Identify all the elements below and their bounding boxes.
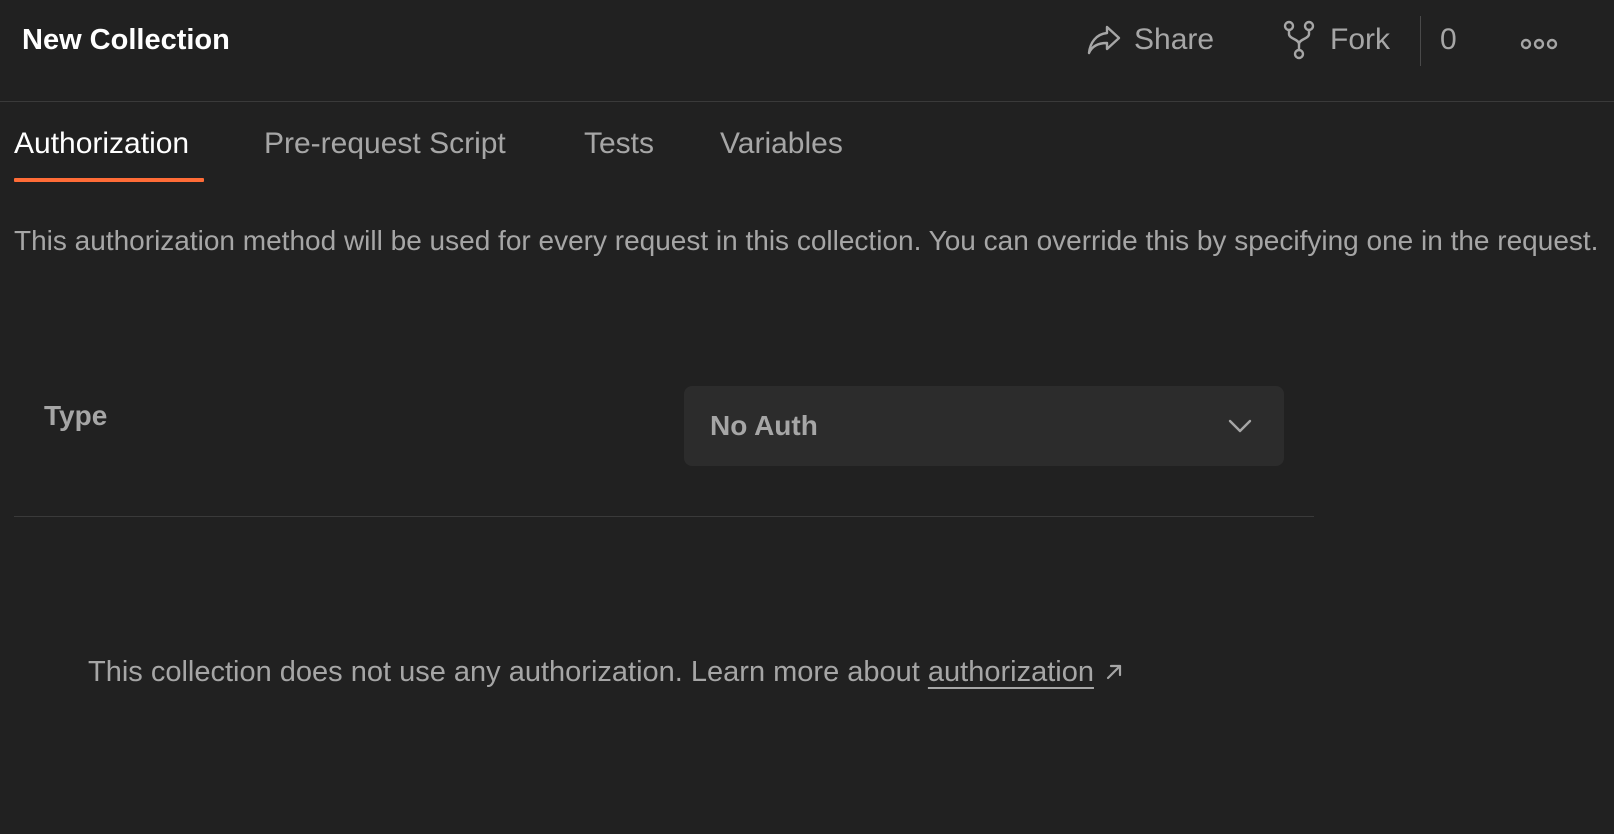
more-options-button[interactable] bbox=[1520, 22, 1558, 66]
tab-tests[interactable]: Tests bbox=[584, 124, 654, 164]
tab-pre-request-script[interactable]: Pre-request Script bbox=[264, 124, 506, 164]
auth-type-label: Type bbox=[44, 400, 108, 431]
share-arrow-icon bbox=[1086, 24, 1122, 56]
more-horizontal-icon bbox=[1520, 24, 1558, 64]
auth-type-select[interactable]: No Auth bbox=[684, 386, 1284, 466]
fork-count[interactable]: 0 bbox=[1440, 20, 1457, 60]
fork-button[interactable]: Fork bbox=[1282, 18, 1390, 62]
auth-type-value: No Auth bbox=[710, 410, 818, 441]
collection-tabs: Authorization Pre-request Script Tests V… bbox=[0, 102, 1614, 184]
header-divider bbox=[1420, 16, 1421, 66]
fork-label: Fork bbox=[1330, 23, 1390, 56]
tab-variables[interactable]: Variables bbox=[720, 124, 843, 164]
external-link-icon bbox=[1104, 653, 1124, 693]
collection-header: New Collection Share Fork 0 bbox=[0, 0, 1614, 102]
active-tab-indicator bbox=[14, 178, 204, 182]
fork-icon bbox=[1282, 20, 1316, 60]
share-button[interactable]: Share bbox=[1086, 18, 1214, 62]
chevron-down-icon bbox=[1228, 414, 1252, 443]
auth-info: This collection does not use any authori… bbox=[88, 652, 1124, 693]
collection-title[interactable]: New Collection bbox=[22, 20, 230, 60]
collection-page: New Collection Share Fork 0 Authorizatio… bbox=[0, 0, 1614, 834]
share-label: Share bbox=[1134, 23, 1215, 56]
tab-authorization[interactable]: Authorization bbox=[14, 124, 189, 164]
auth-description: This authorization method will be used f… bbox=[14, 225, 1599, 256]
authorization-learn-more-link[interactable]: authorization bbox=[928, 656, 1094, 688]
auth-info-text: This collection does not use any authori… bbox=[88, 656, 928, 688]
section-divider bbox=[14, 516, 1314, 517]
